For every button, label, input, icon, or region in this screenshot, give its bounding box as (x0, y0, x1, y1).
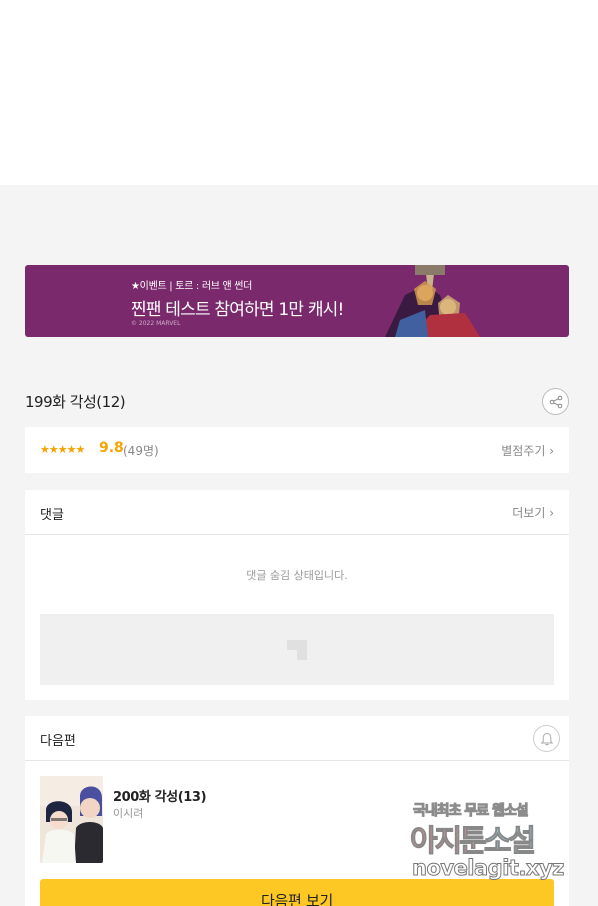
watermark-line-2: 아지툰소설 (410, 816, 537, 860)
next-episode-header: 다음편 (25, 716, 569, 761)
watermark-line-3: novelagit.xyz (412, 856, 565, 881)
watermark-line-2b: 소설 (483, 824, 536, 860)
next-episode-author: 이시려 (113, 807, 144, 820)
placeholder-image-icon (287, 639, 307, 660)
rating-section: ★★★★★ 9.8 (49명) 별점주기 › (25, 427, 569, 473)
comment-title: 댓글 (40, 508, 64, 523)
notification-button[interactable] (533, 725, 560, 752)
rating-score: 9.8 (99, 440, 124, 456)
star-rating-icon: ★★★★★ (40, 443, 85, 456)
rating-count: (49명) (123, 444, 159, 458)
share-button[interactable] (542, 388, 569, 415)
comment-hidden-message: 댓글 숨김 상태입니다. (246, 569, 348, 582)
top-blank-area (0, 0, 598, 185)
next-episode-title[interactable]: 200화 각성(13) (113, 786, 207, 805)
rate-button[interactable]: 별점주기 › (501, 442, 554, 459)
site-watermark: 국내최초 무료 웹소설 아지툰소설 novelagit.xyz (410, 800, 580, 890)
comment-section: 댓글 더보기 › 댓글 숨김 상태입니다. (25, 490, 569, 700)
ad-placeholder (40, 614, 554, 685)
banner-copyright: © 2022 MARVEL (131, 320, 181, 327)
banner-character-art (385, 265, 480, 337)
watermark-line-2a: 아지툰 (410, 824, 488, 860)
comment-more-link[interactable]: 더보기 › (512, 504, 554, 521)
episode-title: 199화 각성(12) (25, 393, 126, 411)
banner-subtitle: ★이벤트 | 토르 : 러브 앤 썬더 (131, 281, 253, 292)
next-episode-section-title: 다음편 (40, 734, 76, 749)
event-banner[interactable]: ★이벤트 | 토르 : 러브 앤 썬더 찐팬 테스트 참여하면 1만 캐시! ©… (25, 265, 569, 337)
episode-thumbnail-image (40, 776, 103, 863)
next-episode-thumbnail[interactable] (40, 776, 103, 863)
banner-title: 찐팬 테스트 참여하면 1만 캐시! (131, 300, 344, 320)
comment-header: 댓글 더보기 › (25, 490, 569, 535)
bell-icon (540, 732, 553, 745)
share-icon (549, 395, 562, 408)
